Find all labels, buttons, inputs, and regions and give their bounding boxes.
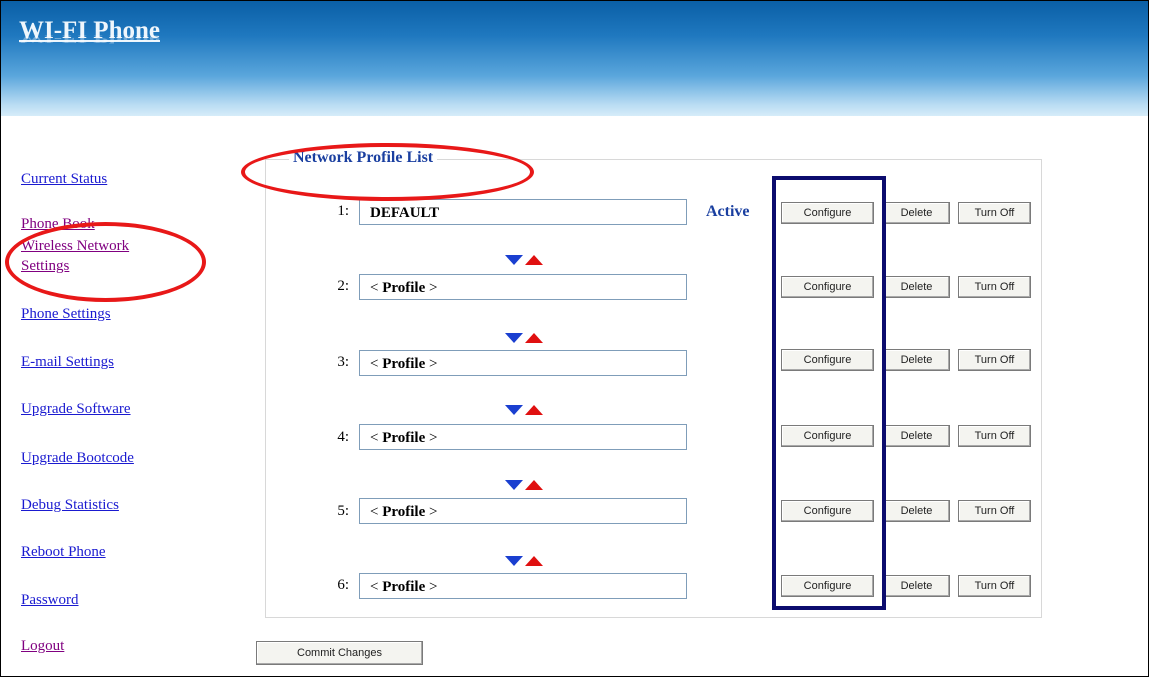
profile-name-field[interactable]: < Profile > <box>359 350 687 376</box>
profile-suffix: > <box>425 356 438 372</box>
app-logo-reflection: WI-FI Phone <box>19 32 160 45</box>
move-up-icon[interactable] <box>525 480 543 490</box>
turn-off-button[interactable]: Turn Off <box>958 575 1031 597</box>
sidebar-item-upgrade-software[interactable]: Upgrade Software <box>21 399 131 419</box>
profile-name: Profile <box>382 356 426 372</box>
move-up-icon[interactable] <box>525 405 543 415</box>
delete-button[interactable]: Delete <box>883 425 950 447</box>
reorder-arrows <box>505 331 555 345</box>
profile-name-field[interactable]: < Profile > <box>359 424 687 450</box>
profile-number: 1: <box>337 203 349 219</box>
delete-button[interactable]: Delete <box>883 575 950 597</box>
turn-off-button[interactable]: Turn Off <box>958 500 1031 522</box>
profile-suffix: > <box>425 280 438 296</box>
delete-button[interactable]: Delete <box>883 349 950 371</box>
reorder-arrows <box>505 253 555 267</box>
profile-prefix: < <box>370 504 383 520</box>
reorder-arrows <box>505 403 555 417</box>
move-down-icon[interactable] <box>505 556 523 566</box>
sidebar-item-email-settings[interactable]: E-mail Settings <box>21 352 114 372</box>
sidebar-item-phone-settings[interactable]: Phone Settings <box>21 304 111 324</box>
delete-button[interactable]: Delete <box>883 500 950 522</box>
profile-number: 6: <box>337 577 349 593</box>
sidebar-item-label: Wireless Network <box>21 238 130 254</box>
profile-number: 5: <box>337 503 349 519</box>
profile-prefix: < <box>370 356 383 372</box>
turn-off-button[interactable]: Turn Off <box>958 276 1031 298</box>
sidebar-item-current-status[interactable]: Current Status <box>21 169 107 189</box>
sidebar-item-debug-statistics[interactable]: Debug Statistics <box>21 495 119 515</box>
profile-name: Profile <box>382 579 426 595</box>
turn-off-button[interactable]: Turn Off <box>958 349 1031 371</box>
sidebar-item-phone-book[interactable]: Phone Book <box>21 214 95 234</box>
profile-name-field[interactable]: < Profile > <box>359 498 687 524</box>
profile-number: 2: <box>337 278 349 294</box>
profile-name-field[interactable]: DEFAULT <box>359 199 687 225</box>
move-up-icon[interactable] <box>525 255 543 265</box>
configure-column-highlight <box>772 176 886 610</box>
profile-number: 4: <box>337 429 349 445</box>
move-down-icon[interactable] <box>505 405 523 415</box>
delete-button[interactable]: Delete <box>883 276 950 298</box>
profile-suffix: > <box>425 430 438 446</box>
profile-prefix: < <box>370 579 383 595</box>
sidebar-item-upgrade-bootcode[interactable]: Upgrade Bootcode <box>21 448 134 468</box>
profile-name: Profile <box>382 430 426 446</box>
move-down-icon[interactable] <box>505 255 523 265</box>
delete-button[interactable]: Delete <box>883 202 950 224</box>
sidebar-item-wireless-network-settings[interactable]: Wireless Network Settings <box>21 236 129 276</box>
profile-name: Profile <box>382 504 426 520</box>
profile-suffix: > <box>425 504 438 520</box>
profile-name-field[interactable]: < Profile > <box>359 573 687 599</box>
profile-name-field[interactable]: < Profile > <box>359 274 687 300</box>
reorder-arrows <box>505 478 555 492</box>
profile-suffix: > <box>425 579 438 595</box>
move-down-icon[interactable] <box>505 333 523 343</box>
sidebar-item-label-line2: Settings <box>21 258 70 274</box>
turn-off-button[interactable]: Turn Off <box>958 202 1031 224</box>
reorder-arrows <box>505 554 555 568</box>
header-banner: WI-FI Phone WI-FI Phone <box>1 1 1148 116</box>
section-title: Network Profile List <box>289 149 438 167</box>
profile-prefix: < <box>370 430 383 446</box>
profile-prefix: < <box>370 280 383 296</box>
profile-name: DEFAULT <box>370 205 440 221</box>
turn-off-button[interactable]: Turn Off <box>958 425 1031 447</box>
move-up-icon[interactable] <box>525 556 543 566</box>
profile-number: 3: <box>337 354 349 370</box>
active-status-label: Active <box>706 203 750 220</box>
page-frame: WI-FI Phone WI-FI Phone Current Status P… <box>0 0 1149 677</box>
sidebar-item-reboot-phone[interactable]: Reboot Phone <box>21 542 106 562</box>
sidebar-item-logout[interactable]: Logout <box>21 636 64 656</box>
profile-name: Profile <box>382 280 426 296</box>
move-down-icon[interactable] <box>505 480 523 490</box>
commit-changes-button[interactable]: Commit Changes <box>256 641 423 665</box>
move-up-icon[interactable] <box>525 333 543 343</box>
profile-list-fieldset <box>265 159 1042 618</box>
sidebar-item-password[interactable]: Password <box>21 590 79 610</box>
